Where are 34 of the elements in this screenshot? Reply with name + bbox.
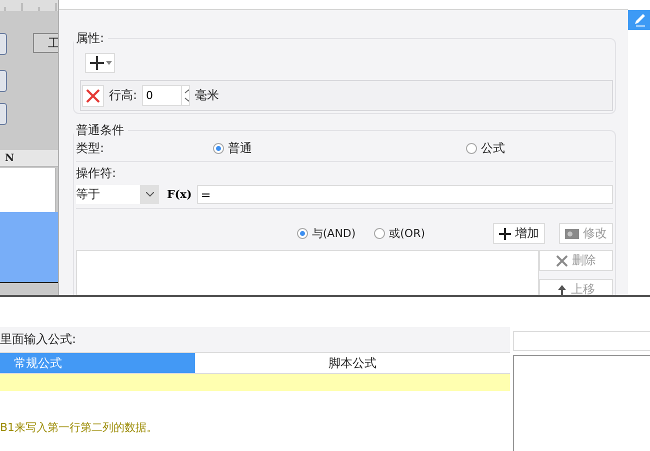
edit-button[interactable]	[628, 10, 650, 30]
plus-icon	[499, 228, 511, 240]
caret-icon	[106, 61, 112, 65]
operator-dropdown[interactable]: 等于	[76, 185, 159, 204]
plus-icon	[88, 55, 104, 71]
delete-button[interactable]	[82, 84, 104, 106]
unit-label: 毫米	[195, 87, 220, 104]
section-title: 属性:	[75, 30, 106, 47]
input-field[interactable]	[513, 331, 650, 351]
column-header: N	[0, 150, 58, 167]
radio-option[interactable]: 或(OR)	[374, 226, 493, 241]
field-label: 操作符:	[76, 165, 118, 182]
formula-button[interactable]: F(x)	[165, 188, 194, 201]
close-icon	[86, 88, 100, 102]
radio-option[interactable]: 与(AND)	[296, 226, 374, 241]
value-input[interactable]: =	[196, 185, 613, 204]
field-label: 类型:	[76, 140, 106, 156]
field-label: 行高:	[109, 87, 138, 104]
spinner-input[interactable]: 0	[143, 86, 182, 105]
chevron-down-icon	[146, 192, 154, 197]
spinner-arrows-icon	[181, 86, 190, 105]
number-spinner[interactable]: 0	[142, 85, 190, 106]
add-dropdown-button[interactable]	[85, 53, 115, 73]
radio-option[interactable]: 普通	[213, 140, 466, 156]
radio-option[interactable]: 公式	[466, 140, 505, 156]
formula-prompt: 里面输入公式:	[0, 327, 510, 352]
pencil-icon	[632, 13, 646, 27]
table-row	[0, 168, 56, 212]
add-button[interactable]: 增加	[493, 223, 545, 244]
hint-text: B1来写入第一行第二列的数据。	[0, 420, 159, 435]
selected-cells	[0, 212, 58, 283]
close-icon	[556, 254, 568, 266]
ruler	[0, 0, 58, 11]
section-title: 普通条件	[75, 122, 125, 139]
